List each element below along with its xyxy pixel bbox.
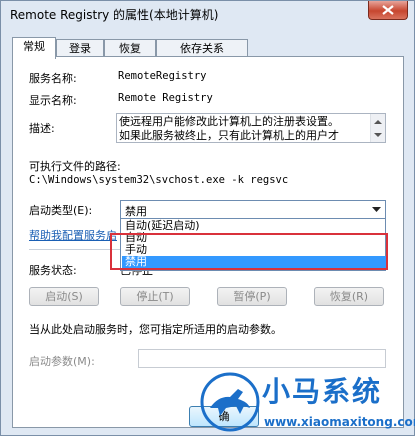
description-line: 如果此服务被终止，只有此计算机上的用户才 <box>119 129 339 142</box>
description-box[interactable]: 使远程用户能修改此计算机上的注册表设置。 如果此服务被终止，只有此计算机上的用户… <box>116 113 386 143</box>
watermark-url: www.xiaomaxitong.com <box>264 415 415 429</box>
help-configure-link[interactable]: 帮助我配置服务启 <box>29 227 117 243</box>
description-scrollbar[interactable] <box>370 114 385 142</box>
resume-button[interactable]: 恢复(R) <box>314 287 384 306</box>
scroll-down-icon <box>374 133 382 137</box>
window-title: Remote Registry 的属性(本地计算机) <box>10 8 219 22</box>
description-label: 描述: <box>29 122 55 135</box>
exe-path-label: 可执行文件的路径: <box>29 160 121 173</box>
tab-dependencies[interactable]: 依存关系 <box>156 39 248 57</box>
service-name-label: 服务名称: <box>29 72 77 85</box>
highlight-box <box>110 233 388 270</box>
close-button[interactable] <box>368 1 408 20</box>
service-name-value: RemoteRegistry <box>118 70 207 82</box>
tab-general[interactable]: 常规 <box>12 37 56 59</box>
horse-icon <box>200 372 260 432</box>
display-name-value: Remote Registry <box>118 92 213 104</box>
startup-type-label: 启动类型(E): <box>29 204 93 217</box>
start-params-input[interactable] <box>138 349 386 368</box>
startup-type-value: 禁用 <box>125 205 147 218</box>
chevron-down-icon <box>372 207 381 212</box>
start-params-label: 启动参数(M): <box>29 355 95 368</box>
watermark-logo: 小马系统 www.xiaomaxitong.com <box>200 370 415 436</box>
description-line: 使远程用户能修改此计算机上的注册表设置。 <box>119 115 339 128</box>
start-button[interactable]: 启动(S) <box>29 287 99 306</box>
tab-recovery[interactable]: 恢复 <box>104 39 156 57</box>
display-name-label: 显示名称: <box>29 94 77 107</box>
title-bar: Remote Registry 的属性(本地计算机) <box>1 1 414 29</box>
option-auto-delayed[interactable]: 自动(延迟启动) <box>122 220 387 232</box>
stop-button[interactable]: 停止(T) <box>120 287 190 306</box>
scroll-up-icon <box>374 120 382 124</box>
close-icon <box>382 5 394 15</box>
service-status-label: 服务状态: <box>29 264 77 277</box>
pause-button[interactable]: 暂停(P) <box>217 287 287 306</box>
start-params-note: 当从此处启动服务时，您可指定所适用的启动参数。 <box>29 323 282 336</box>
startup-type-select[interactable]: 禁用 <box>120 200 386 219</box>
watermark-brand: 小马系统 <box>262 375 383 408</box>
exe-path-value: C:\Windows\system32\svchost.exe -k regsv… <box>29 174 289 186</box>
tab-logon[interactable]: 登录 <box>56 39 104 57</box>
